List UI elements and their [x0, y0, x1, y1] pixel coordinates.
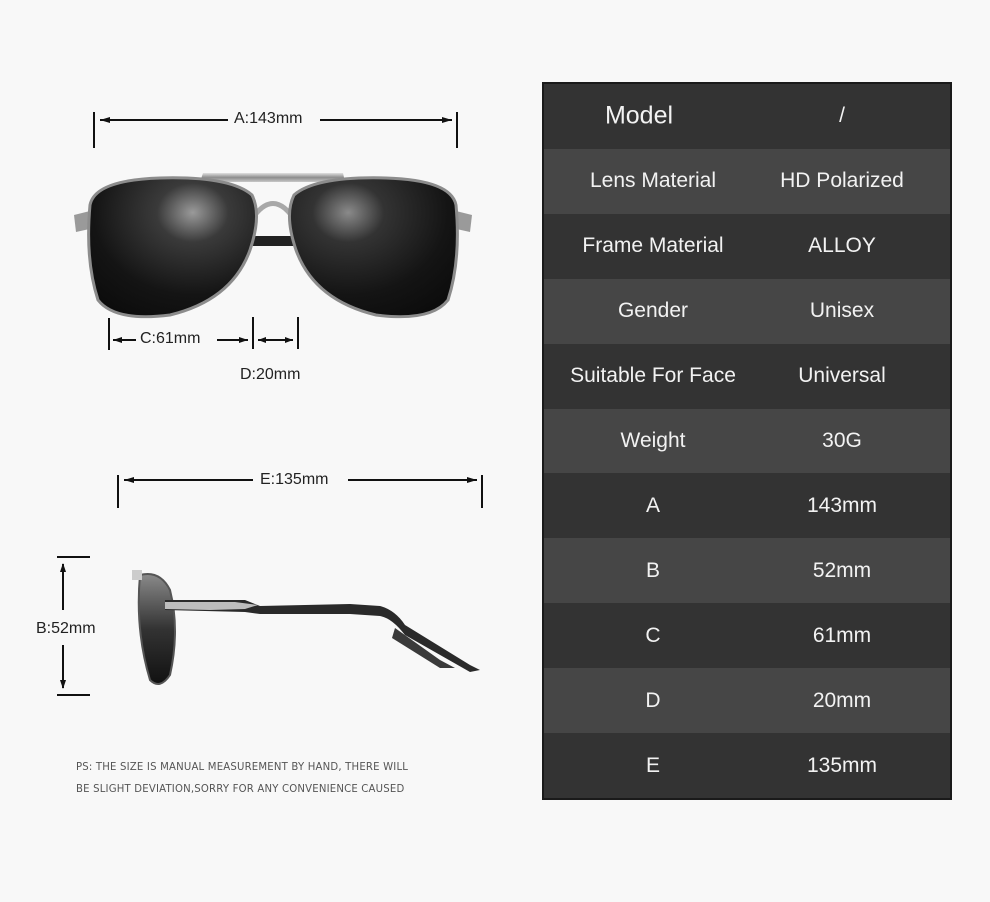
spec-value: / [839, 104, 845, 128]
spec-value: 52mm [812, 558, 872, 582]
spec-row: Gender Unisex [544, 278, 950, 344]
spec-value: Unisex [809, 299, 875, 323]
spec-row: C 61mm [544, 603, 950, 669]
spec-row: B 52mm [544, 538, 950, 604]
spec-value: 61mm [812, 623, 872, 647]
spec-value: 30G [822, 428, 862, 452]
dimension-b-label: B:52mm [36, 620, 96, 637]
right-lens [288, 176, 459, 319]
spec-row: Suitable For Face Universal [544, 343, 950, 409]
spec-table: Model / Lens Material HD Polarized Frame Mat… [542, 82, 952, 800]
spec-value: HD Polarized [780, 169, 904, 193]
spec-key: C [645, 623, 661, 647]
spec-key: E [645, 753, 660, 777]
spec-value: Universal [798, 364, 886, 388]
side-lens [137, 573, 176, 685]
dimension-a-label: A:143mm [234, 110, 303, 127]
front-view-diagram [74, 112, 472, 350]
spec-key: Model [604, 101, 674, 130]
dimension-c-d-lines [108, 317, 299, 350]
dimension-e-label: E:135mm [260, 471, 329, 488]
spec-key: A [645, 493, 660, 517]
spec-row: A 143mm [544, 473, 950, 539]
temple-accent [165, 602, 258, 610]
spec-row: Weight 30G [544, 408, 950, 474]
spec-row: Frame Material ALLOY [544, 213, 950, 279]
spec-key: Suitable For Face [570, 364, 736, 388]
dimension-c-label: C:61mm [140, 330, 201, 347]
spec-key: Gender [617, 299, 689, 323]
spec-key: Frame Material [582, 234, 724, 258]
spec-value: 135mm [806, 753, 878, 777]
side-view-diagram [57, 475, 483, 696]
spec-value: ALLOY [808, 234, 876, 258]
spec-row: E 135mm [544, 733, 950, 798]
nose-pad-side [392, 628, 455, 668]
left-lens [87, 176, 258, 319]
spec-row: Lens Material HD Polarized [544, 148, 950, 214]
spec-key: B [645, 558, 660, 582]
measurement-note-line-2: BE SLIGHT DEVIATION,SORRY FOR ANY CONVEN… [76, 782, 405, 795]
spec-row: D 20mm [544, 668, 950, 734]
spec-row: Model / [544, 84, 950, 149]
spec-key: Weight [620, 428, 686, 452]
dimension-d-label: D:20mm [240, 366, 301, 383]
spec-key: D [645, 688, 661, 712]
spec-value: 20mm [812, 688, 872, 712]
spec-key: Lens Material [589, 169, 717, 193]
spec-value: 143mm [806, 493, 878, 517]
measurement-note-line-1: PS: THE SIZE IS MANUAL MEASUREMENT BY HA… [76, 760, 409, 773]
side-hinge [132, 570, 142, 580]
